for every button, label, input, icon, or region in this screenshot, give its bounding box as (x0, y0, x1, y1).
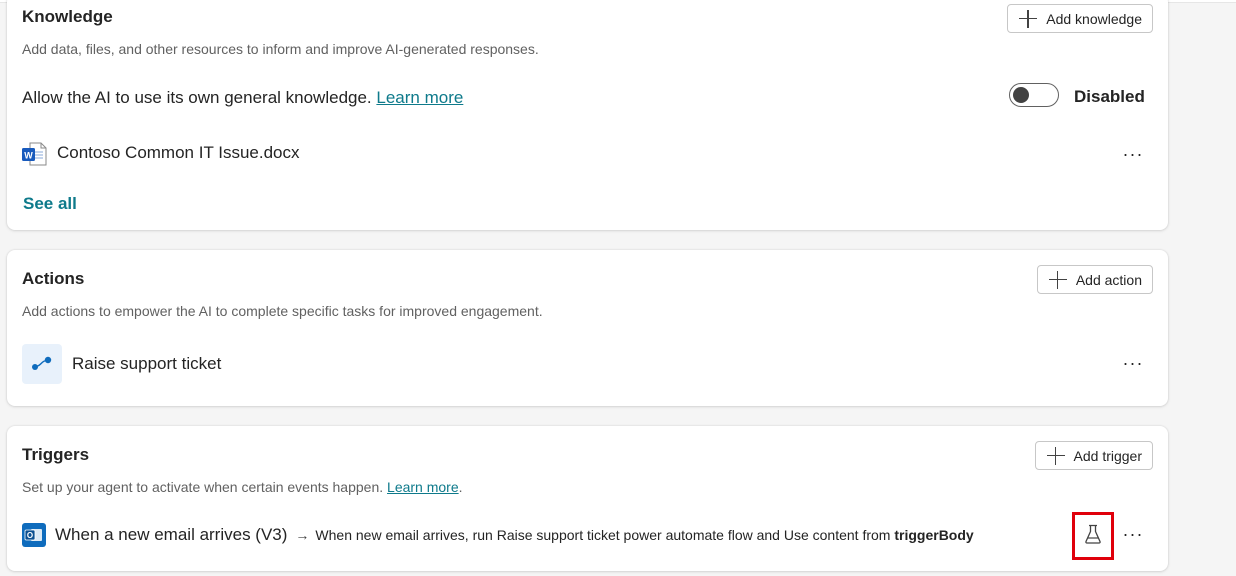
add-action-label: Add action (1075, 271, 1142, 288)
general-knowledge-row: Allow the AI to use its own general know… (22, 88, 463, 108)
general-knowledge-toggle[interactable] (1009, 83, 1059, 107)
trigger-name: When a new email arrives (V3) (55, 525, 288, 544)
knowledge-card: Knowledge Add knowledge Add data, files,… (7, 0, 1168, 230)
actions-description: Add actions to empower the AI to complet… (22, 303, 543, 319)
arrow-right-icon: → (295, 527, 310, 543)
actions-card: Actions Add action Add actions to empowe… (7, 250, 1168, 406)
add-knowledge-label: Add knowledge (1046, 10, 1142, 27)
trigger-description: When new email arrives, run Raise suppor… (315, 527, 973, 543)
add-action-button[interactable]: Add action (1036, 265, 1153, 294)
learn-more-link[interactable]: Learn more (376, 88, 463, 107)
word-doc-icon: W (21, 142, 47, 171)
trigger-item[interactable]: O When a new email arrives (V3) → When n… (22, 521, 974, 549)
flow-icon (22, 344, 62, 384)
actions-title: Actions (22, 269, 85, 288)
triggers-description-suffix: . (458, 479, 463, 495)
test-trigger-button[interactable] (1072, 512, 1114, 560)
flask-icon (1084, 524, 1102, 549)
triggers-learn-more-link[interactable]: Learn more (387, 479, 459, 495)
knowledge-file-name: Contoso Common IT Issue.docx (57, 143, 300, 162)
action-item[interactable]: Raise support ticket (7, 344, 1107, 384)
toggle-state-label: Disabled (1074, 87, 1145, 106)
add-trigger-button[interactable]: Add trigger (1034, 441, 1153, 470)
knowledge-title: Knowledge (22, 7, 113, 26)
knowledge-file-row[interactable]: W Contoso Common IT Issue.docx (21, 141, 1151, 167)
trigger-body-token: triggerBody (894, 527, 974, 543)
plus-icon (1046, 446, 1066, 466)
triggers-description: Set up your agent to activate when certa… (22, 479, 384, 495)
toggle-knob (1013, 87, 1029, 103)
svg-text:W: W (24, 151, 33, 161)
triggers-card: Triggers Add trigger Set up your agent t… (7, 426, 1168, 571)
see-all-link[interactable]: See all (23, 194, 77, 214)
action-more-button[interactable]: ··· (1119, 353, 1147, 373)
trigger-more-button[interactable]: ··· (1119, 524, 1147, 544)
knowledge-description: Add data, files, and other resources to … (22, 41, 539, 57)
general-knowledge-text: Allow the AI to use its own general know… (22, 88, 372, 107)
plus-icon (1048, 270, 1068, 290)
triggers-description-row: Set up your agent to activate when certa… (22, 479, 463, 495)
action-label: Raise support ticket (72, 354, 222, 373)
plus-icon (1018, 9, 1038, 29)
add-trigger-label: Add trigger (1073, 447, 1142, 464)
outlook-icon: O (22, 523, 46, 547)
triggers-title: Triggers (22, 445, 90, 464)
svg-text:O: O (27, 531, 33, 540)
add-knowledge-button[interactable]: Add knowledge (1007, 4, 1153, 33)
trigger-description-text: When new email arrives, run Raise suppor… (315, 527, 895, 543)
knowledge-file-more-button[interactable]: ··· (1119, 144, 1147, 164)
